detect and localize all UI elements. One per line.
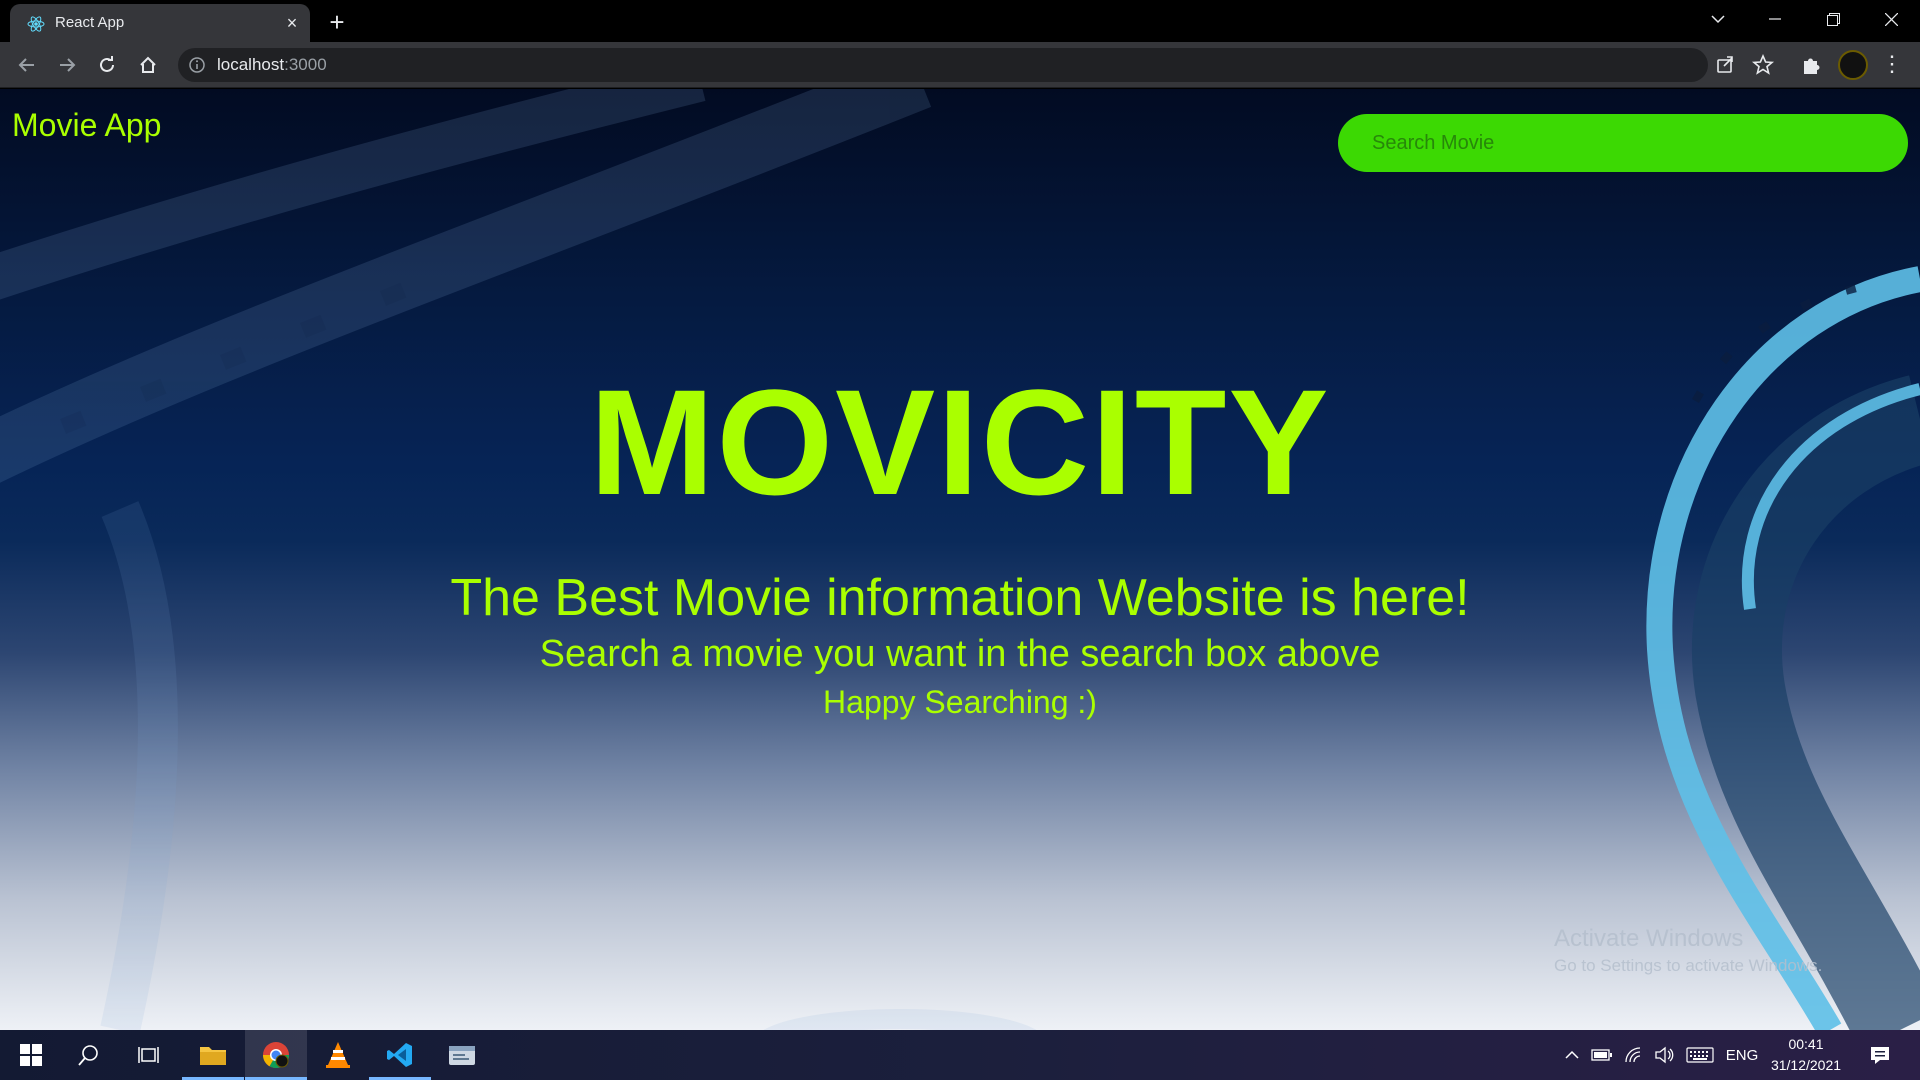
reload-button[interactable]: [92, 50, 122, 80]
hero-subtitle: The Best Movie information Website is he…: [450, 569, 1470, 627]
tab-search-button[interactable]: [1695, 4, 1741, 34]
taskbar-chrome[interactable]: [245, 1030, 307, 1080]
windows-taskbar: ENG 00:41 31/12/2021: [0, 1030, 1920, 1080]
keyboard-icon: [1686, 1047, 1714, 1063]
speaker-icon: [1655, 1046, 1674, 1064]
activate-windows-watermark: Activate Windows Go to Settings to activ…: [1554, 924, 1822, 978]
search-input[interactable]: [1338, 114, 1908, 172]
share-icon[interactable]: [1710, 50, 1740, 80]
hero-instruction: Search a movie you want in the search bo…: [539, 633, 1381, 675]
chevron-down-icon: [1711, 15, 1725, 24]
url-host: localhost: [217, 55, 285, 74]
task-view-icon: [138, 1047, 159, 1063]
search-icon: [78, 1045, 98, 1066]
minimize-button[interactable]: [1752, 4, 1798, 34]
react-favicon-icon: [27, 16, 45, 32]
browser-toolbar: localhost:3000 ⋮: [0, 42, 1920, 88]
start-button[interactable]: [0, 1030, 62, 1080]
taskbar-file-explorer[interactable]: [182, 1030, 244, 1080]
close-icon: [1884, 12, 1898, 27]
arrow-right-icon: [60, 58, 76, 72]
clock-time: 00:41: [1788, 1036, 1824, 1052]
puzzle-icon[interactable]: [1796, 50, 1826, 80]
wifi-icon: [1625, 1047, 1641, 1063]
search-button[interactable]: [58, 1030, 120, 1080]
new-tab-button[interactable]: +: [322, 8, 352, 38]
kebab-menu-icon[interactable]: ⋮: [1880, 50, 1904, 80]
clock-date: 31/12/2021: [1770, 1057, 1842, 1073]
home-icon: [140, 56, 156, 73]
browser-tab[interactable]: React App ×: [10, 4, 310, 42]
taskbar-clock[interactable]: 00:41 31/12/2021: [1765, 1034, 1847, 1076]
reload-icon: [100, 56, 114, 72]
forward-button[interactable]: [52, 50, 82, 80]
brand-logo[interactable]: Movie App: [12, 105, 161, 145]
language-indicator[interactable]: ENG: [1722, 1030, 1762, 1080]
tab-title: React App: [55, 14, 125, 31]
action-center-button[interactable]: [1860, 1030, 1900, 1080]
arrow-left-icon: [18, 58, 34, 72]
taskbar-app[interactable]: [431, 1030, 493, 1080]
star-icon[interactable]: [1748, 50, 1778, 80]
hero-greeting: Happy Searching :): [823, 684, 1097, 720]
activate-windows-title: Activate Windows: [1554, 925, 1744, 952]
window-app-icon: [449, 1046, 475, 1065]
volume-tray[interactable]: [1650, 1030, 1678, 1080]
url-text[interactable]: localhost:3000: [217, 55, 327, 75]
notification-icon: [1871, 1047, 1889, 1064]
task-view-button[interactable]: [118, 1030, 180, 1080]
address-bar[interactable]: localhost:3000: [178, 48, 1708, 82]
battery-icon: [1591, 1049, 1612, 1061]
url-port: :3000: [284, 55, 327, 74]
battery-tray[interactable]: [1588, 1030, 1616, 1080]
page-viewport: Movie App MOVICITY The Best Movie inform…: [0, 89, 1920, 1030]
chevron-up-icon: [1565, 1050, 1579, 1059]
tray-expand[interactable]: [1560, 1030, 1584, 1080]
film-strip-background: [0, 89, 1920, 1030]
hero-title: MOVICITY: [589, 358, 1331, 526]
vscode-icon: [387, 1043, 412, 1067]
activate-windows-subtitle: Go to Settings to activate Windows.: [1554, 956, 1823, 975]
restore-button[interactable]: [1810, 4, 1856, 34]
windows-logo-icon: [20, 1044, 42, 1066]
vlc-cone-icon: [326, 1042, 350, 1068]
tab-close-icon[interactable]: ×: [280, 11, 304, 35]
close-window-button[interactable]: [1868, 4, 1914, 34]
network-tray[interactable]: [1620, 1030, 1648, 1080]
home-button[interactable]: [133, 50, 163, 80]
info-icon[interactable]: [188, 56, 206, 74]
taskbar-vlc[interactable]: [307, 1030, 369, 1080]
chrome-icon: [262, 1042, 290, 1069]
folder-icon: [200, 1047, 226, 1065]
back-button[interactable]: [12, 50, 42, 80]
profile-avatar[interactable]: [1838, 50, 1868, 80]
minimize-icon: [1769, 18, 1781, 20]
restore-icon: [1826, 13, 1840, 26]
taskbar-vscode[interactable]: [369, 1030, 431, 1080]
browser-tab-strip: React App × +: [0, 0, 1920, 42]
keyboard-tray[interactable]: [1682, 1030, 1718, 1080]
